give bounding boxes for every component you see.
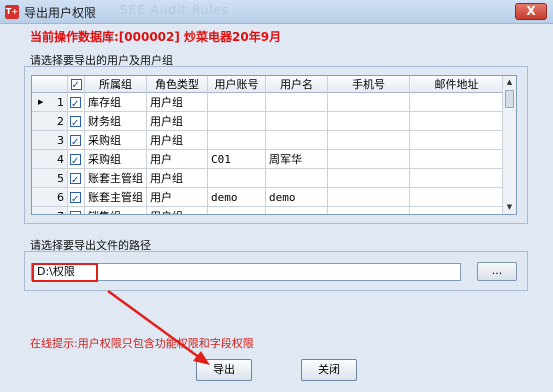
cell-role[interactable]: 用户 [147, 188, 208, 207]
row-select-cell[interactable] [68, 207, 85, 214]
cell-group[interactable]: 销售组 [85, 207, 147, 214]
cell-email[interactable] [410, 131, 504, 150]
row-select-cell[interactable] [68, 188, 85, 207]
cell-username[interactable] [266, 131, 328, 150]
header-phone[interactable]: 手机号 [328, 76, 410, 93]
cell-email[interactable] [410, 93, 504, 112]
cell-group[interactable]: 财务组 [85, 112, 147, 131]
cell-username[interactable] [266, 169, 328, 188]
header-group[interactable]: 所属组 [85, 76, 147, 93]
cell-username[interactable]: 周军华 [266, 150, 328, 169]
cell-role[interactable]: 用户组 [147, 131, 208, 150]
row-select-cell[interactable] [68, 112, 85, 131]
export-button[interactable]: 导出 [196, 359, 252, 381]
grid-header: 所属组 角色类型 用户账号 用户名 手机号 邮件地址 [32, 76, 516, 94]
row-number[interactable]: 3 [32, 131, 68, 150]
cell-email[interactable] [410, 169, 504, 188]
row-checkbox-icon[interactable] [70, 95, 81, 111]
cell-phone[interactable] [328, 150, 410, 169]
browse-button[interactable]: ... [477, 262, 517, 281]
cell-email[interactable] [410, 207, 504, 214]
cell-role[interactable]: 用户 [147, 150, 208, 169]
row-select-cell[interactable] [68, 169, 85, 188]
cell-phone[interactable] [328, 131, 410, 150]
title-bar: T+ 导出用户权限 SEE Audit Rules X [0, 0, 553, 24]
row-select-cell[interactable] [68, 93, 85, 112]
users-grid[interactable]: 所属组 角色类型 用户账号 用户名 手机号 邮件地址 ▶1库存组用户组2财务组用… [31, 75, 517, 215]
cell-role[interactable]: 用户组 [147, 112, 208, 131]
header-account[interactable]: 用户账号 [208, 76, 266, 93]
close-button[interactable]: 关闭 [301, 359, 357, 381]
row-number[interactable]: 6 [32, 188, 68, 207]
cell-account[interactable] [208, 207, 266, 214]
cell-phone[interactable] [328, 207, 410, 214]
header-select-all[interactable] [68, 76, 85, 94]
cell-email[interactable] [410, 188, 504, 207]
row-checkbox-icon[interactable] [70, 133, 81, 149]
cell-group[interactable]: 采购组 [85, 150, 147, 169]
cell-group[interactable]: 账套主管组 [85, 169, 147, 188]
cell-email[interactable] [410, 150, 504, 169]
select-all-checkbox-icon[interactable] [70, 77, 82, 94]
header-username[interactable]: 用户名 [266, 76, 328, 93]
row-checkbox-icon[interactable] [70, 171, 81, 187]
scroll-up-arrow-icon[interactable]: ▲ [505, 78, 514, 87]
cell-phone[interactable] [328, 169, 410, 188]
scroll-thumb[interactable] [505, 90, 514, 108]
cell-email[interactable] [410, 112, 504, 131]
cell-account[interactable]: C01 [208, 150, 266, 169]
cell-username[interactable] [266, 93, 328, 112]
scroll-down-arrow-icon[interactable]: ▼ [505, 203, 514, 212]
header-role[interactable]: 角色类型 [147, 76, 208, 93]
row-checkbox-icon[interactable] [70, 190, 81, 206]
header-email[interactable]: 邮件地址 [410, 76, 504, 93]
current-database-label: 当前操作数据库:[000002] 炒菜电器20年9月 [30, 30, 282, 44]
cell-role[interactable]: 用户组 [147, 207, 208, 214]
window-title: 导出用户权限 [24, 6, 97, 20]
export-path-input[interactable]: D:\权限 [31, 263, 461, 281]
current-row-indicator-icon: ▶ [38, 98, 44, 106]
grid-vertical-scrollbar[interactable]: ▲ ▼ [502, 76, 516, 214]
cell-phone[interactable] [328, 188, 410, 207]
row-checkbox-icon[interactable] [70, 209, 81, 214]
cell-account[interactable] [208, 131, 266, 150]
row-number[interactable]: 7 [32, 207, 68, 214]
row-number[interactable]: 4 [32, 150, 68, 169]
cell-username[interactable]: demo [266, 188, 328, 207]
header-rownum [32, 76, 68, 93]
app-icon: T+ [5, 5, 19, 19]
cell-phone[interactable] [328, 112, 410, 131]
cell-phone[interactable] [328, 93, 410, 112]
cell-account[interactable] [208, 93, 266, 112]
cell-username[interactable] [266, 207, 328, 214]
row-number[interactable]: 2 [32, 112, 68, 131]
cell-group[interactable]: 采购组 [85, 131, 147, 150]
cell-account[interactable] [208, 169, 266, 188]
cell-group[interactable]: 库存组 [85, 93, 147, 112]
cell-role[interactable]: 用户组 [147, 169, 208, 188]
cell-account[interactable] [208, 112, 266, 131]
row-number[interactable]: 5 [32, 169, 68, 188]
cell-group[interactable]: 账套主管组 [85, 188, 147, 207]
cell-role[interactable]: 用户组 [147, 93, 208, 112]
row-select-cell[interactable] [68, 150, 85, 169]
row-select-cell[interactable] [68, 131, 85, 150]
row-checkbox-icon[interactable] [70, 114, 81, 130]
cell-account[interactable]: demo [208, 188, 266, 207]
watermark-text: SEE Audit Rules [120, 3, 230, 17]
row-checkbox-icon[interactable] [70, 152, 81, 168]
row-number[interactable]: ▶ 1 [32, 93, 68, 112]
close-window-button[interactable]: X [515, 3, 547, 20]
online-hint: 在线提示:用户权限只包含功能权限和字段权限 [30, 337, 254, 350]
cell-username[interactable] [266, 112, 328, 131]
